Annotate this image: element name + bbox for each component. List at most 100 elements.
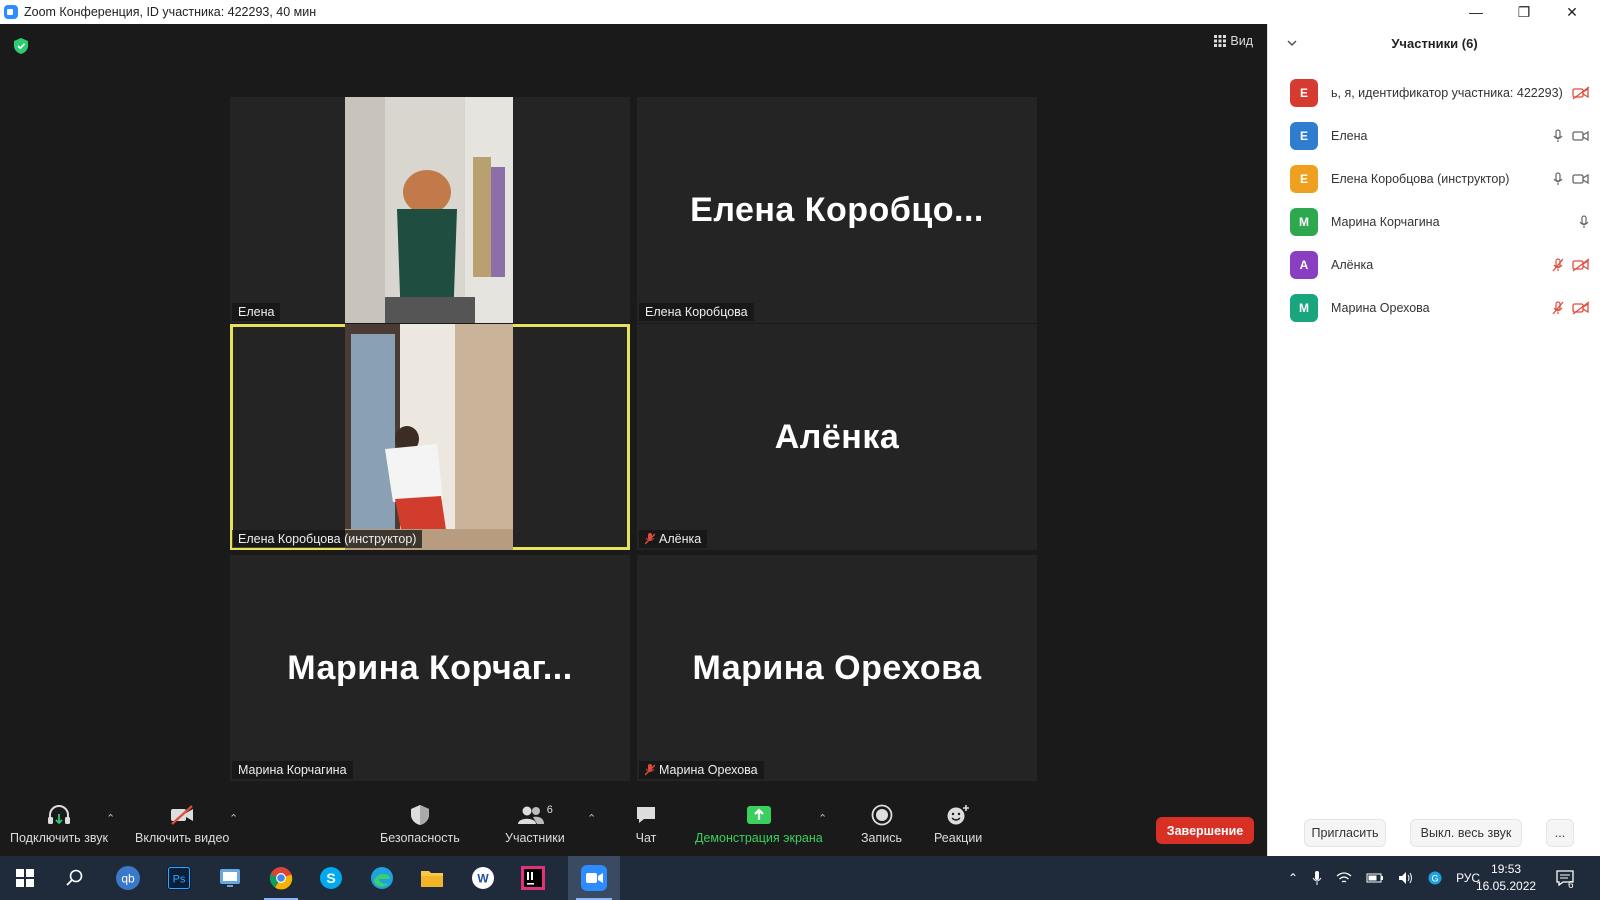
remote-desktop-icon (220, 869, 240, 887)
system-tray: ⌃ G РУС (1288, 856, 1480, 900)
video-tile[interactable]: Марина Корчаг... Марина Корчагина (230, 555, 630, 781)
tile-name-label: Марина Орехова (639, 761, 764, 779)
battery-icon[interactable] (1366, 873, 1384, 883)
taskbar-app-remote-desktop[interactable] (205, 856, 255, 900)
participant-name: ь, я, идентификатор участника: 422293) (1331, 86, 1563, 100)
taskbar-app-chrome[interactable] (256, 856, 306, 900)
windows-taskbar: qb Ps S W ⌃ G РУС 19:53 16.05.2022 6 (0, 856, 1600, 900)
svg-text:W: W (477, 872, 489, 886)
participants-panel: Участники (6) Е ь, я, идентификатор учас… (1267, 24, 1600, 856)
edge-icon (371, 867, 393, 889)
notification-count: 6 (1568, 879, 1574, 891)
document-reader-icon: W (472, 867, 494, 889)
taskbar-app-skype[interactable]: S (306, 856, 356, 900)
active-speaker-tile[interactable]: Елена Коробцова (инструктор) (230, 324, 630, 550)
tile-name-label: Марина Корчагина (232, 761, 353, 779)
qbittorrent-icon: qb (116, 866, 140, 890)
app-tray-icon[interactable]: G (1428, 871, 1442, 885)
invite-button[interactable]: Пригласить (1304, 819, 1386, 847)
taskbar-app-photoshop[interactable]: Ps (154, 856, 204, 900)
window-title: Zoom Конференция, ID участника: 422293, … (24, 5, 317, 19)
share-screen-icon (746, 806, 771, 824)
participant-row[interactable]: Е Елена Коробцова (инструктор) (1290, 163, 1590, 195)
participant-row[interactable]: Е Елена (1290, 120, 1590, 152)
svg-text:qb: qb (121, 872, 135, 886)
taskbar-app-qbittorrent[interactable]: qb (103, 856, 153, 900)
clock-time: 19:53 (1491, 862, 1522, 876)
video-icon (1572, 130, 1589, 142)
participant-status-icons (1572, 86, 1590, 100)
participant-row[interactable]: Е ь, я, идентификатор участника: 422293) (1290, 77, 1590, 109)
share-options-caret-icon[interactable]: ⌃ (818, 812, 827, 825)
svg-text:Ps: Ps (173, 874, 186, 886)
tile-name-label: Елена (232, 303, 281, 321)
taskbar-app-edge[interactable] (357, 856, 407, 900)
join-audio-button[interactable]: Подключить звук (10, 804, 108, 845)
grid-icon (1214, 35, 1227, 47)
wifi-icon[interactable] (1336, 871, 1352, 885)
zoom-icon (581, 865, 607, 891)
encryption-shield-icon[interactable] (14, 38, 28, 54)
restore-button[interactable]: ❐ (1500, 0, 1548, 24)
skype-icon: S (320, 867, 342, 889)
participant-row[interactable]: М Марина Орехова (1290, 292, 1590, 324)
more-options-button[interactable]: ... (1546, 819, 1574, 847)
avatar: М (1290, 294, 1318, 322)
video-tile[interactable]: Алёнка Алёнка (637, 324, 1037, 550)
show-hidden-icons-chevron-icon[interactable]: ⌃ (1288, 871, 1298, 885)
participant-status-icons (1552, 301, 1590, 315)
ide-icon (521, 866, 545, 890)
close-button[interactable]: ✕ (1548, 0, 1596, 24)
video-off-icon (1572, 301, 1590, 315)
mute-all-button[interactable]: Выкл. весь звук (1410, 819, 1522, 847)
video-off-icon (1572, 86, 1590, 100)
clock[interactable]: 19:53 16.05.2022 (1476, 856, 1536, 900)
view-button[interactable]: Вид (1214, 34, 1253, 48)
tile-display-name: Марина Корчаг... (287, 648, 573, 687)
share-screen-button[interactable]: Демонстрация экрана (695, 804, 823, 845)
video-options-caret-icon[interactable]: ⌃ (229, 812, 238, 825)
volume-icon[interactable] (1398, 871, 1414, 885)
security-button[interactable]: Безопасность (380, 804, 460, 845)
chat-button[interactable]: Чат (634, 804, 658, 845)
headphones-icon (47, 805, 70, 825)
video-tile[interactable]: Елена (230, 97, 630, 323)
participant-row[interactable]: М Марина Корчагина (1290, 206, 1590, 238)
taskbar-app-ide[interactable] (508, 856, 558, 900)
chrome-icon (269, 867, 293, 890)
minimize-button[interactable]: — (1452, 0, 1500, 24)
participant-name: Елена Коробцова (инструктор) (1331, 172, 1510, 186)
svg-text:G: G (1432, 874, 1439, 884)
windows-logo-icon (16, 869, 34, 887)
participant-video-feed (345, 324, 513, 550)
mic-muted-icon (645, 533, 655, 545)
participants-options-caret-icon[interactable]: ⌃ (587, 812, 596, 825)
audio-options-caret-icon[interactable]: ⌃ (106, 812, 115, 825)
avatar: М (1290, 208, 1318, 236)
taskbar-app-zoom[interactable] (568, 856, 620, 900)
taskbar-search-button[interactable] (50, 856, 100, 900)
title-bar: Zoom Конференция, ID участника: 422293, … (0, 0, 1600, 24)
action-center-button[interactable]: 6 (1556, 856, 1574, 900)
record-button[interactable]: Запись (861, 804, 902, 845)
end-meeting-button[interactable]: Завершение (1156, 817, 1254, 844)
reactions-button[interactable]: Реакции (934, 804, 982, 845)
video-tile[interactable]: Марина Орехова Марина Орехова (637, 555, 1037, 781)
mic-icon (1553, 129, 1563, 142)
start-video-button[interactable]: Включить видео (135, 804, 229, 845)
microphone-tray-icon[interactable] (1312, 870, 1322, 886)
participant-row[interactable]: А Алёнка (1290, 249, 1590, 281)
start-button[interactable] (0, 856, 50, 900)
participant-status-icons (1552, 172, 1590, 186)
mic-muted-icon (645, 764, 655, 776)
participant-name: Алёнка (1331, 258, 1374, 272)
taskbar-app-word-reader[interactable]: W (458, 856, 508, 900)
video-tile[interactable]: Елена Коробцо... Елена Коробцова (637, 97, 1037, 323)
participant-name: Марина Орехова (1331, 301, 1430, 315)
meeting-area: Вид Елена Елена Коробцо... Елена Коробцо… (0, 24, 1267, 856)
tile-display-name: Марина Орехова (692, 648, 982, 687)
participants-count: 6 (546, 804, 553, 816)
zoom-logo-icon (4, 5, 18, 19)
participants-button[interactable]: 6 Участники (505, 804, 565, 845)
taskbar-app-file-explorer[interactable] (407, 856, 457, 900)
